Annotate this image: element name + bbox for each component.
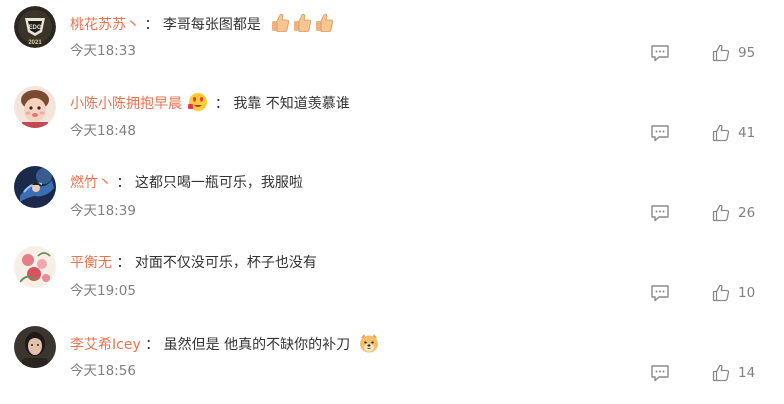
comment-line: 小陈小陈拥抱早晨 ： 我靠 不知道羡慕谁 <box>70 92 350 114</box>
thumbs-up-emoji-icon <box>268 12 334 41</box>
child-photo-avatar-icon <box>14 86 56 128</box>
avatar[interactable] <box>14 326 56 368</box>
comment-time: 今天18:56 <box>70 363 136 379</box>
comment-line: 桃花苏苏丶 ： 李哥每张图都是 <box>70 12 334 34</box>
comment-icon <box>651 125 669 142</box>
comment-item: 小陈小陈拥抱早晨 ： 我靠 不知道羡慕谁 今天18:48 41 <box>0 86 784 166</box>
thumbs-up-icon <box>712 204 730 222</box>
comment-icon <box>651 365 669 382</box>
person-photo-avatar-icon <box>14 326 56 368</box>
like-button[interactable]: 10 <box>712 282 755 304</box>
avatar[interactable] <box>14 166 56 208</box>
svg-text:EDG: EDG <box>28 25 41 31</box>
comment-item: 平衡无 ： 对面不仅没可乐，杯子也没有 今天19:05 10 <box>0 246 784 326</box>
comment-icon <box>651 45 669 62</box>
svg-text:2021: 2021 <box>28 40 42 46</box>
colon-separator: ： <box>144 17 159 33</box>
like-button[interactable]: 95 <box>712 42 755 64</box>
comment-icon <box>651 205 669 222</box>
reply-button[interactable] <box>650 124 670 142</box>
username-link[interactable]: 李艾希Icey <box>70 337 141 353</box>
like-button[interactable]: 41 <box>712 122 755 144</box>
username-link[interactable]: 小陈小陈拥抱早晨 <box>70 96 182 112</box>
comment-text: 虽然但是 他真的不缺你的补刀 <box>163 337 351 353</box>
comment-text: 这都只喝一瓶可乐，我服啦 <box>134 175 303 191</box>
like-button[interactable]: 26 <box>712 202 755 224</box>
comment-icon <box>651 285 669 302</box>
edg-logo-avatar-icon: EDG 2021 <box>14 6 56 48</box>
comment-time: 今天18:33 <box>70 43 136 59</box>
comment-line: 平衡无 ： 对面不仅没可乐，杯子也没有 <box>70 252 317 274</box>
username-link[interactable]: 平衡无 <box>70 255 112 271</box>
like-count: 10 <box>738 285 756 301</box>
like-count: 26 <box>738 205 756 221</box>
comment-time: 今天18:39 <box>70 203 136 219</box>
like-count: 14 <box>738 365 756 381</box>
username-link[interactable]: 桃花苏苏丶 <box>70 17 140 33</box>
like-count: 95 <box>738 45 756 61</box>
comment-item: 燃竹丶 ： 这都只喝一瓶可乐，我服啦 今天18:39 26 <box>0 166 784 246</box>
avatar[interactable] <box>14 86 56 128</box>
comment-line: 燃竹丶 ： 这都只喝一瓶可乐，我服啦 <box>70 172 303 194</box>
like-count: 41 <box>738 125 756 141</box>
thumbs-up-icon <box>712 364 730 382</box>
comment-time: 今天19:05 <box>70 283 136 299</box>
colon-separator: ： <box>145 337 160 353</box>
comment-item: EDG 2021 桃花苏苏丶 ： 李哥每张图都是 今天18:33 95 <box>0 6 784 86</box>
colon-separator: ： <box>214 96 229 112</box>
colon-separator: ： <box>116 175 131 191</box>
avatar[interactable]: EDG 2021 <box>14 6 56 48</box>
thumbs-up-icon <box>712 44 730 62</box>
heart-eyes-badge-icon <box>188 92 208 119</box>
reply-button[interactable] <box>650 44 670 62</box>
comment-text: 李哥每张图都是 <box>162 17 261 33</box>
colon-separator: ： <box>116 255 131 271</box>
comment-item: 李艾希Icey ： 虽然但是 他真的不缺你的补刀 今天18:56 14 <box>0 326 784 404</box>
comment-text: 我靠 不知道羡慕谁 <box>233 96 350 112</box>
anime-character-avatar-icon <box>14 166 56 208</box>
reply-button[interactable] <box>650 204 670 222</box>
comment-line: 李艾希Icey ： 虽然但是 他真的不缺你的补刀 <box>70 332 380 354</box>
doge-emoji-icon <box>358 332 380 361</box>
username-link[interactable]: 燃竹丶 <box>70 175 112 191</box>
comment-list: EDG 2021 桃花苏苏丶 ： 李哥每张图都是 今天18:33 95 小陈小陈… <box>0 0 784 404</box>
comment-time: 今天18:48 <box>70 123 136 139</box>
reply-button[interactable] <box>650 364 670 382</box>
like-button[interactable]: 14 <box>712 362 755 384</box>
comment-text: 对面不仅没可乐，杯子也没有 <box>134 255 317 271</box>
reply-button[interactable] <box>650 284 670 302</box>
avatar[interactable] <box>14 246 56 288</box>
thumbs-up-icon <box>712 284 730 302</box>
floral-artwork-avatar-icon <box>14 246 56 288</box>
thumbs-up-icon <box>712 124 730 142</box>
